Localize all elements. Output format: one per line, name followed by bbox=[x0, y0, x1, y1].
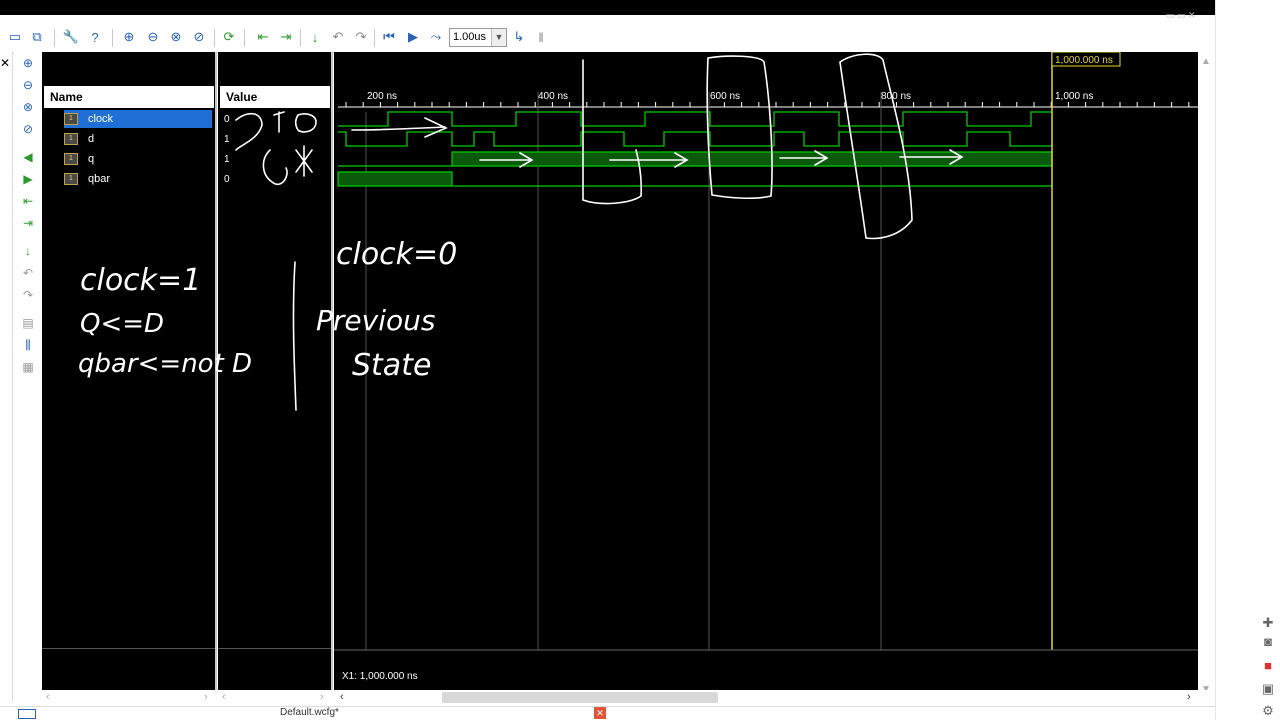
camera-icon[interactable]: ◙ bbox=[1258, 632, 1278, 650]
scroll-right-icon[interactable]: › bbox=[1187, 691, 1191, 703]
scroll-left-icon[interactable]: ‹ bbox=[46, 691, 50, 703]
close-tab-icon[interactable]: ✕ bbox=[594, 707, 606, 719]
scroll-left-icon[interactable]: ‹ bbox=[222, 691, 226, 703]
file-tab[interactable]: Default.wcfg* bbox=[280, 707, 339, 718]
right-edge-panel: ▲ ▼ bbox=[1198, 52, 1215, 702]
circle-stroke bbox=[839, 53, 913, 240]
note-right: State bbox=[352, 348, 431, 383]
arrow-stroke bbox=[899, 149, 964, 165]
arrow-stroke bbox=[779, 150, 829, 166]
note-right: clock=0 bbox=[336, 237, 457, 272]
window-icon[interactable] bbox=[18, 709, 36, 719]
scroll-right-icon[interactable]: › bbox=[320, 691, 324, 703]
handwritten-notes: clock=1 Q<=D qbar<=not D clock=0 Previou… bbox=[78, 237, 457, 383]
pin-icon[interactable]: ✚ bbox=[1258, 614, 1278, 632]
pen-strokes bbox=[235, 53, 964, 411]
divider-stroke bbox=[292, 261, 297, 411]
circle-stroke bbox=[706, 55, 773, 200]
scribble-stroke bbox=[235, 112, 263, 151]
scroll-right-icon[interactable]: › bbox=[204, 691, 208, 703]
bracket-stroke bbox=[582, 59, 643, 205]
editor-tab-bar: Default.wcfg* ✕ bbox=[0, 706, 1215, 721]
gear-icon[interactable]: ⚙ bbox=[1258, 702, 1278, 720]
horizontal-scrollbars: ‹ › ‹ › ‹ › bbox=[42, 690, 1215, 706]
arrow-stroke bbox=[351, 117, 448, 138]
arrow-stroke bbox=[479, 152, 534, 168]
scroll-up-icon[interactable]: ▲ bbox=[1201, 56, 1211, 67]
handwriting-overlay: clock=1 Q<=D qbar<=not D clock=0 Previou… bbox=[78, 53, 964, 411]
note-left: clock=1 bbox=[80, 263, 201, 298]
wave-scroll-thumb[interactable] bbox=[442, 692, 718, 703]
window-controls-icon[interactable]: ▭ ▭ ✕ bbox=[1166, 10, 1211, 20]
scroll-left-icon[interactable]: ‹ bbox=[340, 691, 344, 703]
note-left: qbar<=not D bbox=[78, 349, 252, 379]
arrow-stroke bbox=[609, 152, 689, 168]
scribble-stroke bbox=[295, 145, 313, 177]
gallery-icon[interactable]: ▣ bbox=[1258, 680, 1278, 698]
note-left: Q<=D bbox=[80, 309, 164, 339]
right-side-panel: ▭ ▭ ✕ bbox=[1166, 0, 1280, 720]
record-icon[interactable]: ■ bbox=[1258, 656, 1278, 674]
scribble-stroke bbox=[273, 111, 317, 133]
note-right: Previous bbox=[316, 304, 435, 337]
scribble-stroke bbox=[262, 149, 288, 185]
